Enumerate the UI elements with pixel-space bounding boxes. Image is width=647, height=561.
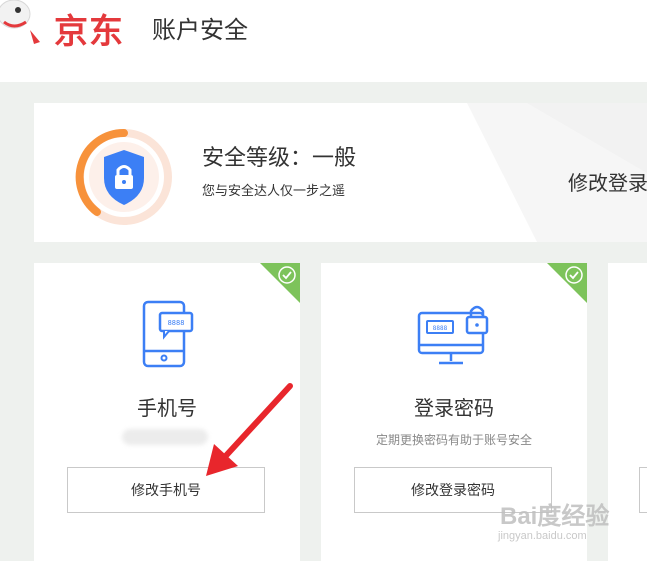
- computer-lock-icon: 8888: [417, 305, 489, 365]
- security-level-subtitle: 您与安全达人仅一步之遥: [202, 183, 346, 198]
- phone-icon: 8888: [142, 300, 194, 368]
- verified-check-icon: [260, 263, 300, 303]
- baidu-watermark: Bai度经验 jingyan.baidu.com: [498, 492, 638, 552]
- jd-logo[interactable]: 京东: [54, 4, 124, 53]
- modify-login-link[interactable]: 修改登录: [568, 167, 647, 196]
- jd-mascot-icon: [0, 0, 40, 44]
- svg-text:8888: 8888: [433, 325, 448, 332]
- next-card-button[interactable]: [639, 467, 647, 513]
- password-title: 登录密码: [414, 398, 494, 420]
- masked-phone-number: [122, 429, 208, 445]
- security-level-gauge: [75, 128, 172, 225]
- watermark-main-text: Bai度经验: [500, 503, 610, 530]
- watermark-url: jingyan.baidu.com: [498, 530, 587, 542]
- top-header: 京东 账户安全: [0, 0, 647, 82]
- page-title: 账户安全: [152, 17, 248, 44]
- password-description: 定期更换密码有助于账号安全: [375, 433, 532, 447]
- security-level-title: 安全等级：一般: [202, 145, 357, 170]
- svg-text:8888: 8888: [168, 319, 185, 327]
- security-level-card: 安全等级：一般 您与安全达人仅一步之遥 修改登录: [34, 103, 647, 242]
- verified-check-icon: [547, 263, 587, 303]
- red-arrow-annotation: [206, 383, 293, 476]
